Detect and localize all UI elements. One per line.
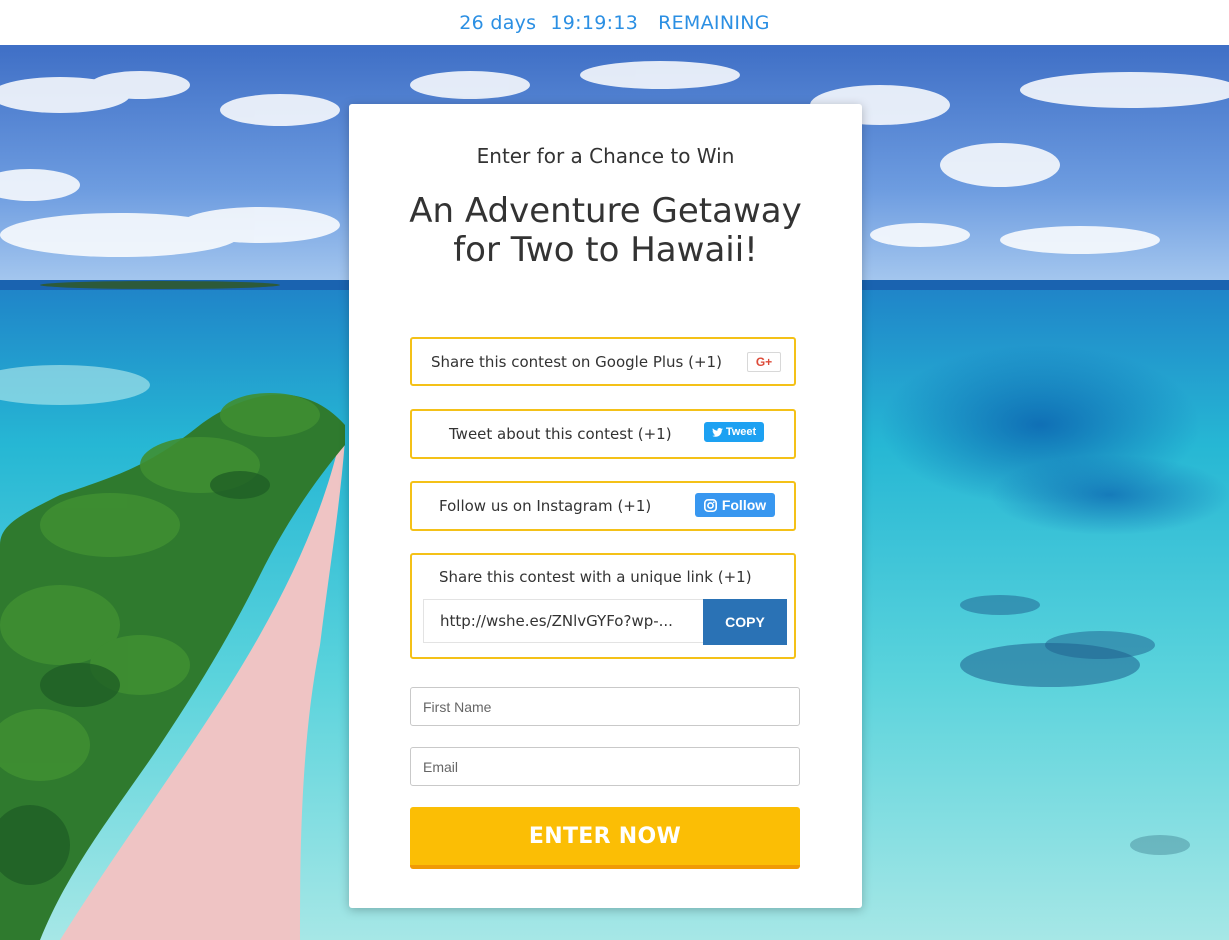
contest-title: An Adventure Getaway for Two to Hawaii! [409, 191, 802, 270]
contest-subtitle: Enter for a Chance to Win [476, 144, 735, 168]
contest-card: Enter for a Chance to Win An Adventure G… [349, 104, 862, 908]
action-instagram-label: Follow us on Instagram (+1) [439, 497, 652, 515]
email-input[interactable]: Email [410, 747, 800, 786]
tweet-button-label: Tweet [725, 426, 757, 438]
enter-now-button[interactable]: ENTER NOW [410, 807, 800, 869]
unique-link-field[interactable]: http://wshe.es/ZNlvGYFo?wp-... [423, 599, 703, 643]
action-google-plus[interactable]: Share this contest on Google Plus (+1) G… [410, 337, 796, 386]
twitter-bird-icon [711, 427, 723, 437]
action-instagram[interactable]: Follow us on Instagram (+1) Follow [410, 481, 796, 531]
google-plus-share-button[interactable]: G+ [747, 352, 781, 372]
countdown-bar: 26 days 19:19:13 REMAINING [0, 0, 1229, 45]
first-name-input[interactable]: First Name [410, 687, 800, 726]
action-google-plus-label: Share this contest on Google Plus (+1) [431, 353, 722, 371]
action-twitter-label: Tweet about this contest (+1) [449, 425, 672, 443]
tweet-button[interactable]: Tweet [704, 422, 764, 442]
instagram-icon [703, 498, 717, 512]
countdown-days: 26 days [459, 11, 537, 34]
copy-link-button[interactable]: COPY [703, 599, 787, 645]
countdown-time: 19:19:13 [550, 11, 639, 34]
instagram-follow-button[interactable]: Follow [695, 493, 775, 517]
action-unique-link-label: Share this contest with a unique link (+… [439, 568, 752, 586]
countdown-remaining-label: REMAINING [658, 11, 770, 34]
instagram-follow-label: Follow [721, 497, 767, 513]
google-plus-icon: G+ [755, 355, 773, 369]
action-twitter[interactable]: Tweet about this contest (+1) Tweet [410, 409, 796, 459]
action-unique-link: Share this contest with a unique link (+… [410, 553, 796, 659]
